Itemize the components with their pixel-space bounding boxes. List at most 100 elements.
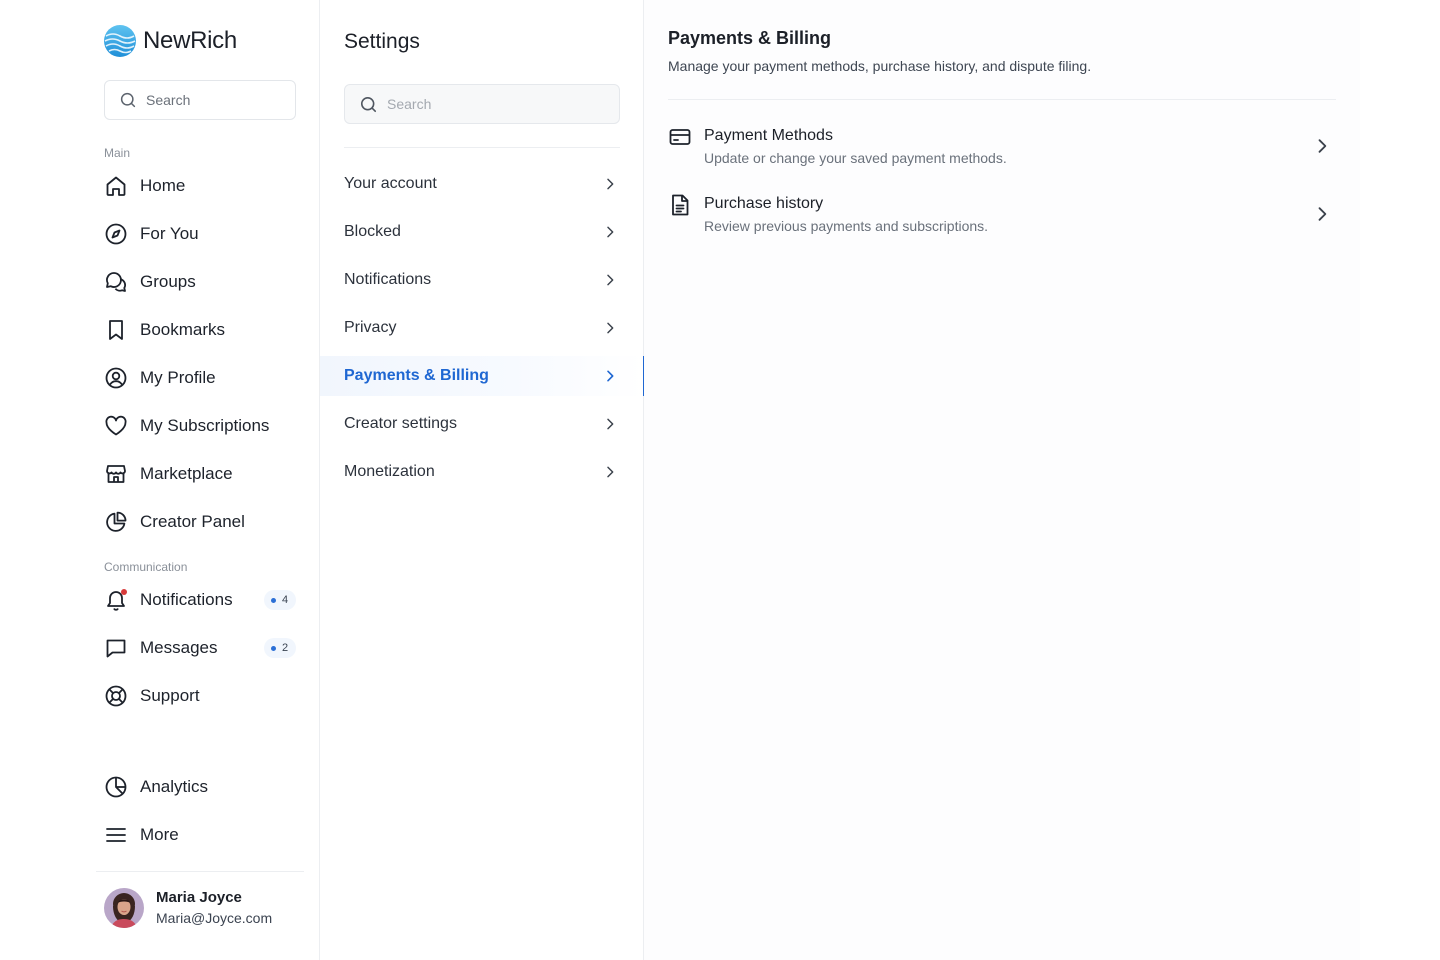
main-sidebar: NewRich Main Home For You Groups <box>0 0 320 960</box>
messages-count-badge: 2 <box>264 638 296 658</box>
settings-item-notifications[interactable]: Notifications <box>320 260 644 300</box>
sidebar-search[interactable] <box>104 80 296 120</box>
page-subtitle: Manage your payment methods, purchase hi… <box>668 58 1092 74</box>
chevron-right-icon <box>1318 139 1327 153</box>
option-description: Review previous payments and subscriptio… <box>704 218 989 234</box>
sidebar-search-input[interactable] <box>146 92 286 108</box>
search-icon <box>360 96 377 112</box>
bell-icon <box>104 588 128 612</box>
settings-item-blocked[interactable]: Blocked <box>320 212 644 252</box>
nav-item-label: Bookmarks <box>140 320 226 339</box>
credit-card-icon <box>669 129 691 145</box>
nav-item-label: Marketplace <box>140 464 233 483</box>
user-email: Maria@Joyce.com <box>156 910 273 926</box>
settings-search[interactable] <box>344 84 620 124</box>
avatar[interactable] <box>104 888 144 928</box>
settings-item-privacy[interactable]: Privacy <box>320 308 644 348</box>
search-icon <box>120 92 136 108</box>
section-label-main: Main <box>104 146 131 160</box>
chevron-right-icon <box>607 370 614 382</box>
message-icon <box>104 636 128 660</box>
option-text: Purchase history Review previous payment… <box>704 193 1312 237</box>
nav-item-marketplace[interactable]: Marketplace <box>104 458 300 490</box>
option-title: Payment Methods <box>704 127 833 144</box>
section-label-communication: Communication <box>104 560 188 574</box>
lifebuoy-icon <box>104 684 128 708</box>
nav-item-label: Analytics <box>140 777 209 796</box>
nav-item-support[interactable]: Support <box>104 680 300 712</box>
menu-icon <box>104 823 128 847</box>
nav-item-my-profile[interactable]: My Profile <box>104 362 300 394</box>
chevron-right-icon <box>607 274 614 286</box>
page-title: Payments & Billing <box>668 28 832 48</box>
document-icon <box>672 194 689 216</box>
heart-icon <box>104 414 128 438</box>
nav-item-more[interactable]: More <box>104 819 300 851</box>
panel-divider <box>668 99 1336 100</box>
nav-item-label: For You <box>140 224 199 243</box>
settings-search-input[interactable] <box>387 96 527 112</box>
nav-item-label: Home <box>140 176 186 195</box>
notification-dot <box>121 589 127 595</box>
nav-item-home[interactable]: Home <box>104 170 300 202</box>
option-payment-methods[interactable]: Payment Methods Update or change your sa… <box>668 125 1336 177</box>
chevron-right-icon <box>1318 207 1327 221</box>
analytics-icon <box>104 775 128 799</box>
nav-item-label: Groups <box>140 272 196 291</box>
home-icon <box>104 174 128 198</box>
chevron-right-icon <box>607 322 614 334</box>
settings-title: Settings <box>344 30 420 53</box>
chevron-right-icon <box>607 466 614 478</box>
app-root: NewRich Main Home For You Groups <box>0 0 1440 960</box>
nav-item-for-you[interactable]: For You <box>104 218 300 250</box>
notifications-count-badge: 4 <box>264 590 296 610</box>
settings-item-label: Creator settings <box>344 415 457 432</box>
brand-logo-icon <box>104 25 136 57</box>
settings-item-label: Your account <box>344 175 437 192</box>
chevron-right-icon <box>607 226 614 238</box>
nav-item-my-subscriptions[interactable]: My Subscriptions <box>104 410 300 442</box>
settings-item-label: Monetization <box>344 463 435 480</box>
compass-icon <box>104 222 128 246</box>
brand[interactable]: NewRich <box>104 25 237 57</box>
nav-item-label: More <box>140 825 179 844</box>
option-title: Purchase history <box>704 195 824 212</box>
nav-item-label: Creator Panel <box>140 512 245 531</box>
chevron-right-icon <box>607 418 614 430</box>
user-name: Maria Joyce <box>156 889 242 906</box>
nav-item-label: Notifications <box>140 590 233 609</box>
settings-item-label: Privacy <box>344 319 397 336</box>
user-profile-card[interactable]: Maria Joyce Maria@Joyce.com <box>104 888 272 928</box>
settings-item-label: Notifications <box>344 271 432 288</box>
pie-chart-icon <box>104 510 128 534</box>
nav-item-messages[interactable]: Messages 2 <box>104 632 300 664</box>
option-description: Update or change your saved payment meth… <box>704 150 1007 166</box>
nav-item-creator-panel[interactable]: Creator Panel <box>104 506 300 538</box>
chevron-right-icon <box>607 178 614 190</box>
nav-item-groups[interactable]: Groups <box>104 266 300 298</box>
brand-name: NewRich <box>143 27 237 54</box>
store-icon <box>104 462 128 486</box>
option-purchase-history[interactable]: Purchase history Review previous payment… <box>668 193 1336 245</box>
settings-column: Settings Your account Blocked Notificati… <box>320 0 645 960</box>
bookmark-icon <box>104 318 128 342</box>
nav-item-label: Messages <box>140 638 218 657</box>
option-text: Payment Methods Update or change your sa… <box>704 125 1312 169</box>
settings-item-your-account[interactable]: Your account <box>320 164 644 204</box>
nav-item-notifications[interactable]: Notifications 4 <box>104 584 300 616</box>
nav-item-label: My Profile <box>140 368 216 387</box>
nav-item-bookmarks[interactable]: Bookmarks <box>104 314 300 346</box>
user-info: Maria Joyce Maria@Joyce.com <box>156 888 272 928</box>
settings-item-payments-billing[interactable]: Payments & Billing <box>320 356 645 396</box>
nav-item-label: My Subscriptions <box>140 416 270 435</box>
nav-item-analytics[interactable]: Analytics <box>104 771 300 803</box>
user-circle-icon <box>104 366 128 390</box>
sidebar-divider <box>96 871 304 872</box>
chat-bubbles-icon <box>104 270 128 294</box>
settings-item-label: Payments & Billing <box>344 367 489 384</box>
payments-billing-panel: Payments & Billing Manage your payment m… <box>644 0 1360 960</box>
settings-item-creator-settings[interactable]: Creator settings <box>320 404 644 444</box>
nav-item-label: Support <box>140 686 200 705</box>
settings-item-label: Blocked <box>344 223 401 240</box>
settings-item-monetization[interactable]: Monetization <box>320 452 644 492</box>
